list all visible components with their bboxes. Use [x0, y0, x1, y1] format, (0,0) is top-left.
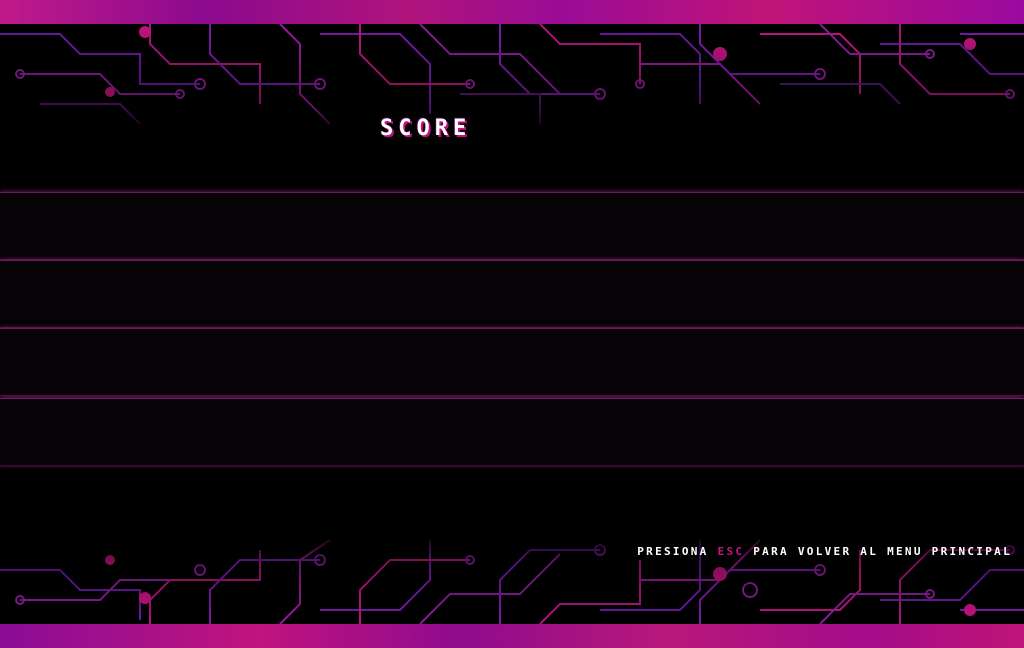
circuit-board-top-decoration — [0, 24, 1024, 136]
hint-suffix: PARA VOLVER AL MENU PRINCIPAL — [744, 545, 1012, 558]
return-to-menu-hint: PRESIONA ESC PARA VOLVER AL MENU PRINCIP… — [637, 545, 1012, 558]
score-row — [0, 398, 1024, 466]
bottom-border-bar — [0, 624, 1024, 648]
score-row — [0, 260, 1024, 328]
score-screen: SCORE PRESIONA ESC PARA VOLVER AL MENU P… — [0, 0, 1024, 648]
score-row — [0, 328, 1024, 396]
score-row — [0, 192, 1024, 260]
esc-key-label: ESC — [717, 545, 745, 558]
hint-prefix: PRESIONA — [637, 545, 718, 558]
score-title: SCORE — [380, 116, 472, 141]
top-border-bar — [0, 0, 1024, 24]
